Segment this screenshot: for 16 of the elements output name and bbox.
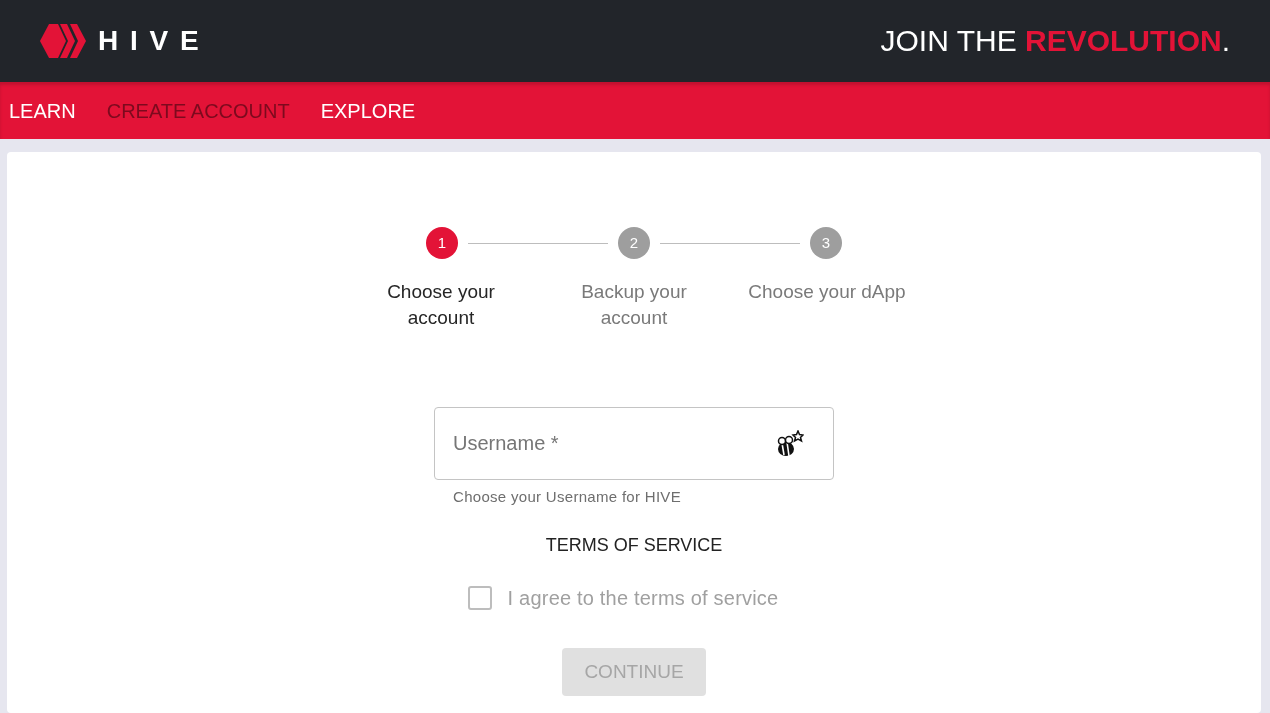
logo-icon bbox=[40, 23, 86, 59]
step-label: Backup your account bbox=[580, 280, 688, 330]
step-number: 2 bbox=[618, 227, 650, 259]
nav-link[interactable]: LEARN bbox=[9, 100, 76, 121]
step-number: 3 bbox=[810, 227, 842, 259]
step-label: Choose your account bbox=[386, 280, 496, 330]
tagline: JOIN THE REVOLUTION. bbox=[880, 26, 1230, 56]
checkbox-label: I agree to the terms of service bbox=[507, 586, 779, 610]
terms-heading: TERMS OF SERVICE bbox=[545, 534, 723, 556]
step-label: Choose your dApp bbox=[748, 280, 906, 304]
helper-text: Choose your Username for HIVE bbox=[453, 488, 682, 506]
nav-link[interactable]: EXPLORE bbox=[320, 100, 416, 121]
bee-icon bbox=[776, 430, 804, 458]
step-number: 1 bbox=[426, 227, 458, 259]
username-field[interactable]: Username * bbox=[434, 407, 834, 480]
logo-text: HIVE bbox=[98, 27, 211, 55]
